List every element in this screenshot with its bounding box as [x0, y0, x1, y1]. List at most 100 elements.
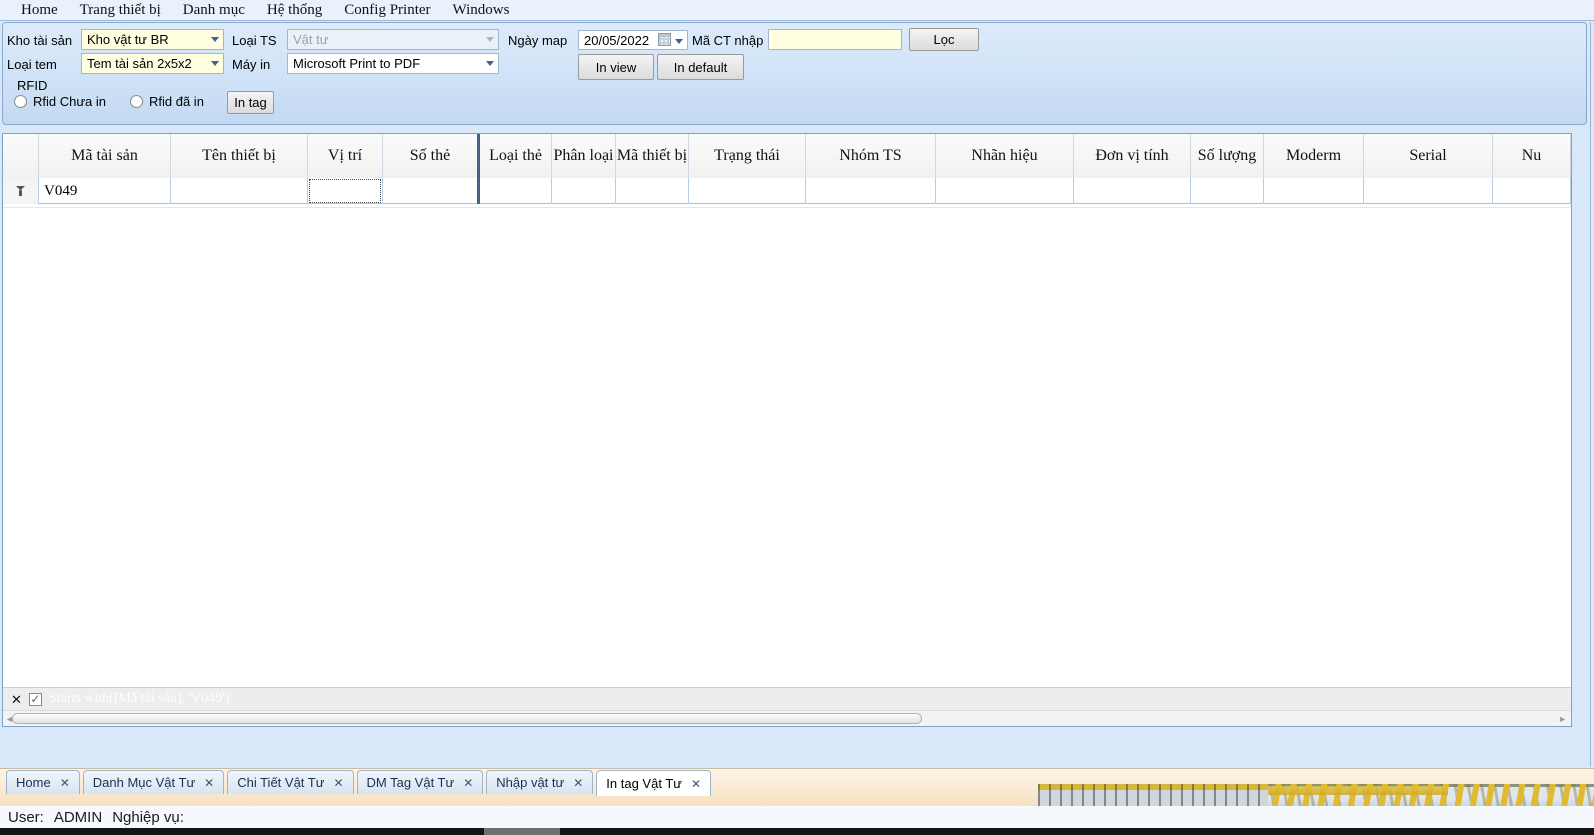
grid-corner-cell: [3, 134, 39, 178]
kho-tai-san-value: Kho vật tư BR: [87, 32, 169, 47]
column-header-8[interactable]: Trạng thái: [689, 134, 806, 178]
tab-close-icon[interactable]: ✕: [333, 777, 343, 789]
horizontal-scrollbar[interactable]: ◄ ►: [3, 710, 1571, 726]
tab-dm-tag-vật-tư[interactable]: DM Tag Vật Tư ✕: [357, 770, 484, 794]
filter-cell-11[interactable]: [1074, 178, 1191, 204]
column-header-1[interactable]: Mã tài sản: [39, 134, 171, 178]
filter-funnel-icon: [16, 186, 25, 196]
chevron-down-icon[interactable]: [486, 61, 494, 66]
in-view-button[interactable]: In view: [578, 54, 654, 80]
filter-cell-4[interactable]: [383, 178, 480, 204]
loai-tem-value: Tem tài sản 2x5x2: [87, 56, 192, 71]
tab-label: Nhập vật tư: [496, 775, 564, 790]
chevron-down-icon[interactable]: [211, 37, 219, 42]
user-label: User:: [8, 809, 44, 826]
ngay-map-datepicker[interactable]: 20/05/2022: [578, 30, 688, 50]
ma-ct-nhap-input[interactable]: [768, 29, 902, 50]
filter-funnel-icon: [16, 186, 25, 192]
filter-cell-10[interactable]: [936, 178, 1074, 204]
tab-close-icon[interactable]: ✕: [204, 777, 214, 789]
filter-enabled-checkbox[interactable]: ✓: [29, 693, 42, 706]
chevron-down-icon[interactable]: [675, 39, 683, 44]
may-in-combo[interactable]: Microsoft Print to PDF: [287, 53, 499, 74]
column-header-2[interactable]: Tên thiết bị: [171, 134, 308, 178]
window-right-edge: [1590, 22, 1591, 767]
tab-close-icon[interactable]: ✕: [60, 777, 70, 789]
filter-cell-15[interactable]: [1493, 178, 1571, 204]
background-photo: [1038, 784, 1594, 807]
ngay-map-value: 20/05/2022: [584, 33, 649, 48]
kho-tai-san-combo[interactable]: Kho vật tư BR: [81, 29, 224, 50]
tab-danh-mục-vật-tư[interactable]: Danh Mục Vật Tư✕: [83, 770, 224, 794]
close-icon[interactable]: ✕: [11, 693, 22, 706]
menu-item-danh-muc[interactable]: Danh mục: [172, 2, 256, 19]
filter-cell-6[interactable]: [552, 178, 616, 204]
ngay-map-label: Ngày map: [508, 33, 567, 48]
in-default-button[interactable]: In default: [657, 54, 744, 80]
chevron-down-icon[interactable]: [211, 61, 219, 66]
bottom-black-bar: [0, 828, 1594, 835]
column-header-14[interactable]: Serial: [1364, 134, 1493, 178]
rfid-da-in-radio[interactable]: Rfid đã in: [130, 94, 204, 109]
tab-nhập-vật-tư[interactable]: Nhập vật tư ✕: [486, 770, 593, 794]
calendar-icon[interactable]: [658, 33, 671, 46]
menu-item-home[interactable]: Home: [10, 2, 69, 19]
column-header-13[interactable]: Moderm: [1264, 134, 1364, 178]
column-header-15[interactable]: Nu: [1493, 134, 1571, 178]
mdi-tab-strip: Home✕Danh Mục Vật Tư✕Chi Tiết Vật Tư✕DM …: [0, 768, 1594, 806]
scrollbar-thumb[interactable]: [12, 713, 922, 724]
filter-cell-12[interactable]: [1191, 178, 1264, 204]
tab-label: Chi Tiết Vật Tư: [237, 775, 324, 790]
filter-cell-1[interactable]: V049: [39, 178, 171, 204]
filter-cell-2[interactable]: [171, 178, 308, 204]
radio-circle-icon[interactable]: [14, 95, 27, 108]
filter-row-indicator: [3, 178, 39, 204]
filter-cell-5[interactable]: [480, 178, 552, 204]
filter-cell-9[interactable]: [806, 178, 936, 204]
column-header-4[interactable]: Số thẻ: [383, 134, 480, 178]
ma-ct-nhap-label: Mã CT nhập: [692, 33, 763, 48]
tab-chi-tiết-vật-tư[interactable]: Chi Tiết Vật Tư ✕: [227, 770, 353, 794]
tab-home[interactable]: Home✕: [6, 770, 80, 794]
loai-ts-combo: Vật tư: [287, 29, 499, 50]
column-header-9[interactable]: Nhóm TS: [806, 134, 936, 178]
filter-cell-13[interactable]: [1264, 178, 1364, 204]
in-tag-button[interactable]: In tag: [227, 91, 274, 114]
column-header-7[interactable]: Mã thiết bị: [616, 134, 689, 178]
menu-item-trang-thiet-bi[interactable]: Trang thiết bị: [69, 2, 172, 19]
filter-cell-7[interactable]: [616, 178, 689, 204]
user-value: ADMIN: [54, 809, 102, 826]
rfid-chua-in-label: Rfid Chưa in: [33, 94, 106, 109]
loc-button[interactable]: Lọc: [909, 28, 979, 51]
column-header-12[interactable]: Số lượng: [1191, 134, 1264, 178]
menu-item-windows[interactable]: Windows: [442, 2, 521, 19]
status-bar: User: ADMIN Nghiệp vụ:: [0, 806, 1594, 828]
loai-tem-label: Loại tem: [7, 57, 57, 72]
column-header-6[interactable]: Phân loại: [552, 134, 616, 178]
loai-ts-value: Vật tư: [293, 32, 328, 47]
column-header-5[interactable]: Loại thẻ: [480, 134, 552, 178]
filter-cell-14[interactable]: [1364, 178, 1493, 204]
tab-close-icon[interactable]: ✕: [463, 777, 473, 789]
document-tabs: Home✕Danh Mục Vật Tư✕Chi Tiết Vật Tư✕DM …: [6, 770, 711, 796]
rfid-da-in-label: Rfid đã in: [149, 94, 204, 109]
tab-close-icon[interactable]: ✕: [573, 777, 583, 789]
kho-tai-san-label: Kho tài sản: [7, 33, 72, 48]
rfid-chua-in-radio[interactable]: Rfid Chưa in: [14, 94, 106, 109]
radio-circle-icon[interactable]: [130, 95, 143, 108]
column-header-11[interactable]: Đơn vị tính: [1074, 134, 1191, 178]
column-header-3[interactable]: Vị trí: [308, 134, 383, 178]
tab-label: DM Tag Vật Tư: [367, 775, 455, 790]
scroll-right-icon[interactable]: ►: [1558, 713, 1567, 725]
menu-item-he-thong[interactable]: Hệ thống: [256, 2, 333, 19]
loai-ts-label: Loại TS: [232, 33, 277, 48]
tab-close-icon[interactable]: ✕: [691, 778, 701, 790]
filter-cell-8[interactable]: [689, 178, 806, 204]
menu-item-config-printer[interactable]: Config Printer: [333, 2, 441, 19]
tab-in-tag-vật-tư[interactable]: In tag Vật Tư✕: [596, 770, 711, 796]
column-header-10[interactable]: Nhãn hiệu: [936, 134, 1074, 178]
filter-expression-text: Starts with([Mã tài sản], 'V049'): [49, 691, 229, 707]
loai-tem-combo[interactable]: Tem tài sản 2x5x2: [81, 53, 224, 74]
filter-cell-3[interactable]: [308, 178, 383, 204]
chevron-down-icon: [486, 37, 494, 42]
